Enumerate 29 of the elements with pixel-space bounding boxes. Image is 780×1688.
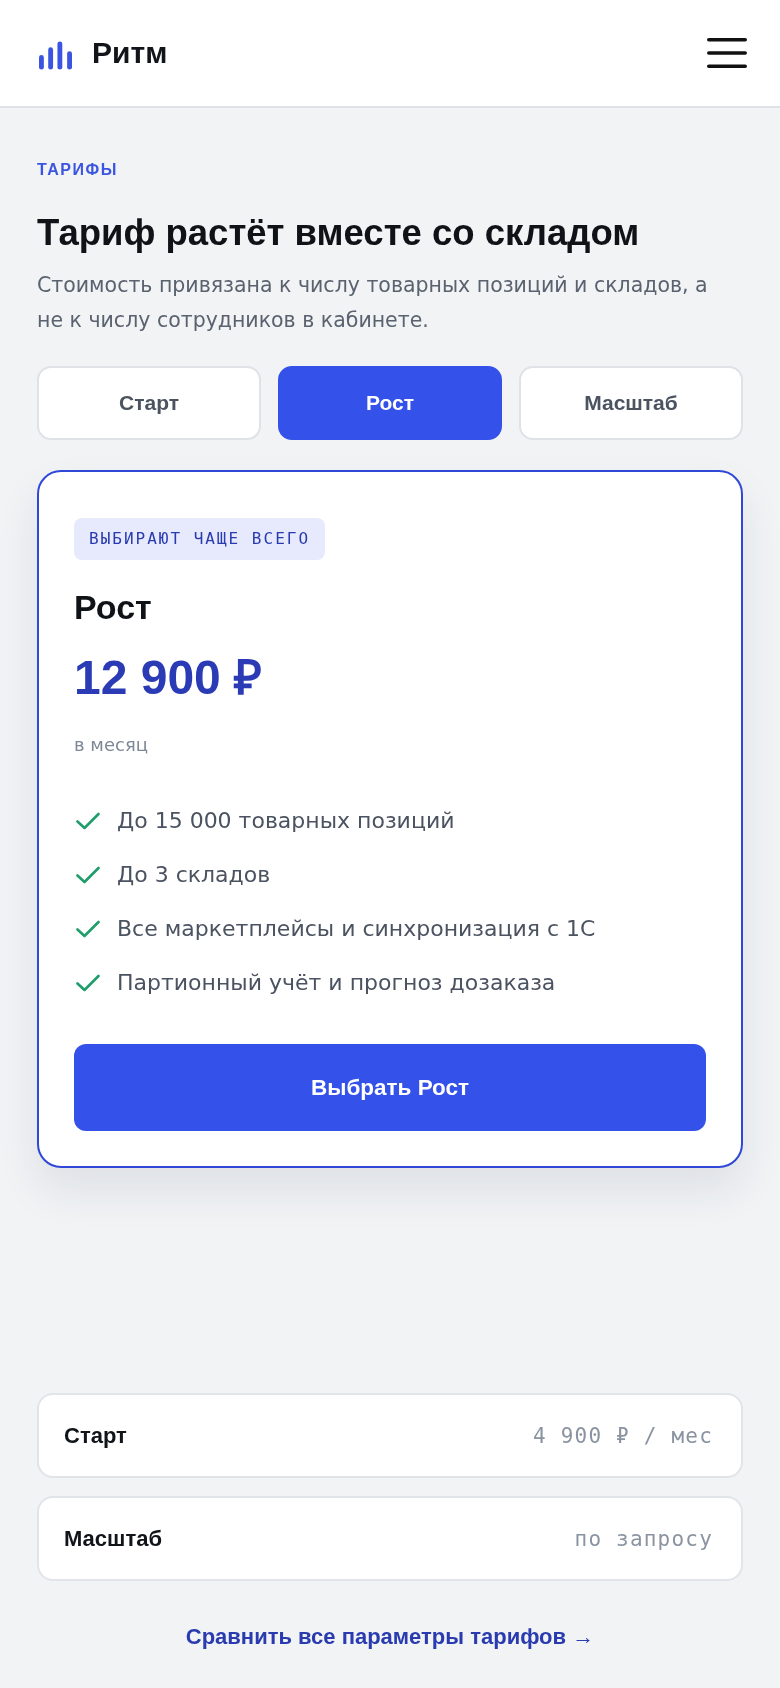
compare-link[interactable]: Сравнить все параметры тарифов → [185,1622,595,1652]
page-title: Тариф растёт вместе со складом [37,211,641,255]
check-icon [76,812,100,830]
section-eyebrow: ТАРИФЫ [37,160,119,180]
plan-tab[interactable]: Старт [37,366,261,440]
feature-text: Все маркетплейсы и синхронизация с 1С [117,915,596,943]
plan-name: Рост [74,587,153,628]
brand-name[interactable]: Ритм [92,36,168,70]
plan-row[interactable]: Масштаб по запросу [37,1496,743,1581]
bar-chart-logo-icon [39,40,72,70]
plan-price: 12 900 ₽ [74,650,264,706]
plan-row-name: Масштаб [64,1525,162,1552]
feature-text: До 15 000 товарных позиций [117,807,455,835]
check-icon [76,974,100,992]
plan-row-name: Старт [64,1422,127,1449]
plan-row-price: по запросу [574,1526,713,1551]
check-icon [76,866,100,884]
popular-badge: ВЫБИРАЮТ ЧАЩЕ ВСЕГО [74,518,326,560]
page-subtitle: Стоимость привязана к числу товарных позиций и складов, а не к числу сотрудников в кабинете. [37,272,709,334]
plan-tab[interactable]: Рост [278,366,502,440]
feature-text: До 3 складов [117,861,271,889]
check-icon [76,920,100,938]
feature-text: Партионный учёт и прогноз дозаказа [117,969,556,997]
plan-tab[interactable]: Масштаб [519,366,743,440]
select-plan-button[interactable]: Выбрать Рост [74,1044,706,1131]
plan-row[interactable]: Старт 4 900 ₽ / мес [37,1393,743,1478]
price-period: в месяц [74,733,149,757]
plan-row-price: 4 900 ₽ / мес [533,1423,713,1448]
menu-icon[interactable] [707,38,747,68]
